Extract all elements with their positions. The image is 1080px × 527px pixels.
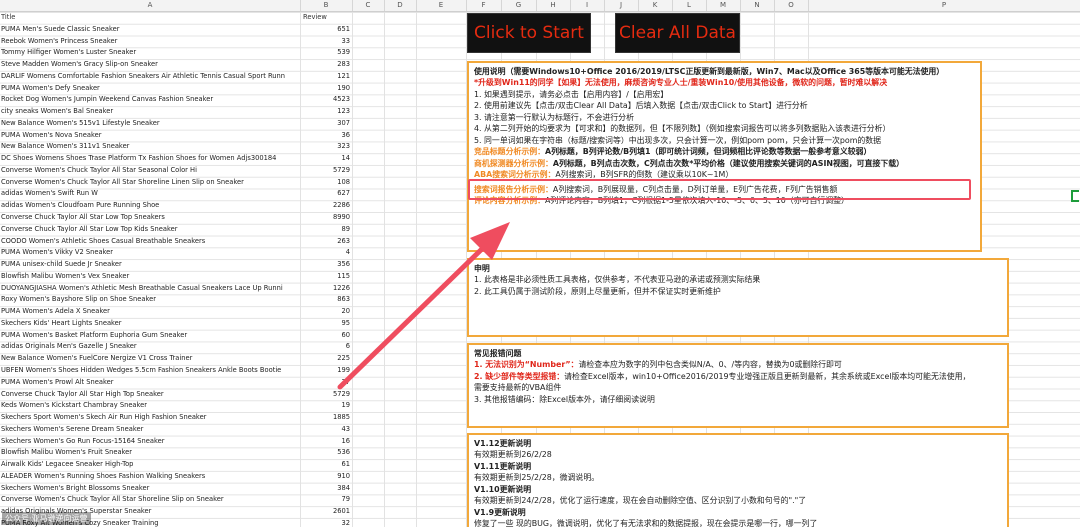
spreadsheet[interactable]: A B C D E F G H I J K L M N O P Title Re… [0, 0, 1080, 527]
selected-cell-indicator[interactable] [1071, 190, 1079, 202]
annotation-arrow [337, 222, 510, 390]
watermark: 公众号·亚马逊逆向运营 [2, 512, 91, 525]
arrow-shaft [337, 242, 489, 390]
